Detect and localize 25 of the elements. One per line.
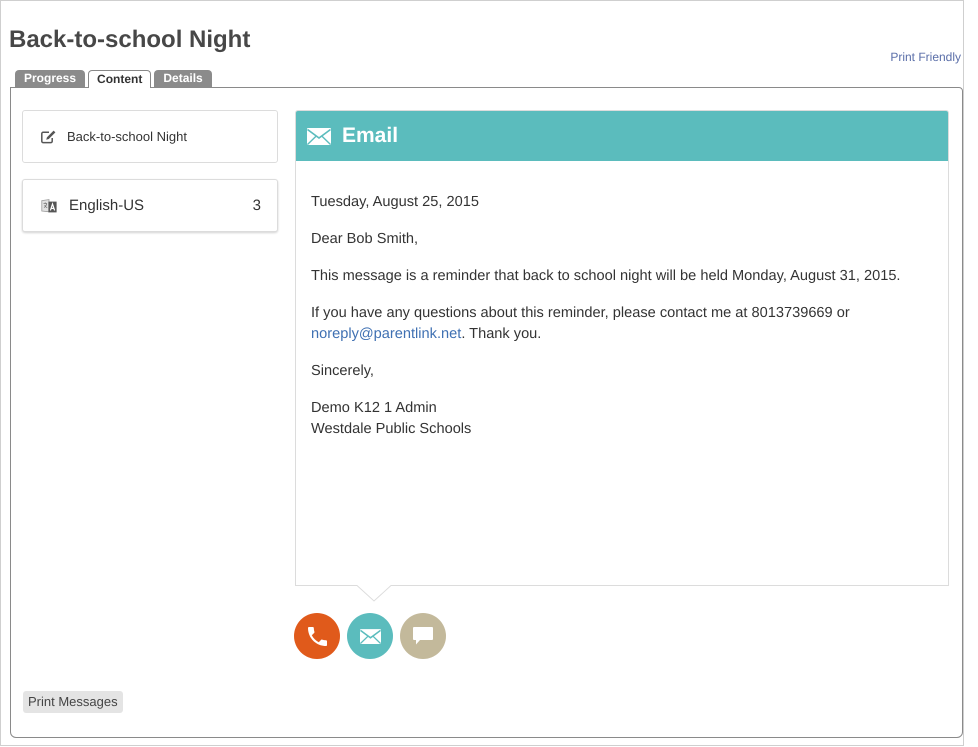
- signature-line: Demo K12 1 Admin: [311, 399, 438, 418]
- message-paragraph: Dear Bob Smith,: [311, 230, 420, 249]
- envelope-icon: [360, 628, 380, 644]
- email-channel-button[interactable]: [347, 613, 393, 659]
- item-count: 3: [252, 197, 261, 214]
- card-title: Email: [342, 123, 398, 149]
- sidebar-item[interactable]: Back-to-school Night: [22, 110, 278, 163]
- phone-icon: [308, 626, 326, 646]
- text-channel-button[interactable]: [400, 613, 446, 659]
- print-friendly-link[interactable]: Print Friendly: [890, 50, 961, 64]
- email-link[interactable]: noreply@parentlink.net: [311, 326, 462, 342]
- message-paragraph: Sincerely,: [311, 362, 375, 381]
- page-title: Back-to-school Night: [9, 25, 250, 55]
- language-icon: [41, 198, 57, 212]
- print-messages-button[interactable]: Print Messages: [23, 691, 123, 713]
- message-paragraph: Tuesday, August 25, 2015: [311, 193, 480, 212]
- chat-bubble-icon: [413, 627, 433, 645]
- phone-channel-button[interactable]: [294, 613, 340, 659]
- sidebar-item[interactable]: English-US 3: [22, 179, 278, 232]
- tab[interactable]: Content: [88, 70, 152, 88]
- signature-line: Westdale Public Schools: [311, 420, 472, 439]
- message-paragraph: If you have any questions about this reminder, please contact me at 8013739669 or noreply@parentlink.net. Thank you.: [311, 304, 851, 344]
- message-paragraph: This message is a reminder that back to school night will be held Monday, August 31, 2015.: [311, 267, 902, 286]
- pencil-square-icon: [40, 130, 56, 144]
- envelope-icon: [307, 128, 331, 144]
